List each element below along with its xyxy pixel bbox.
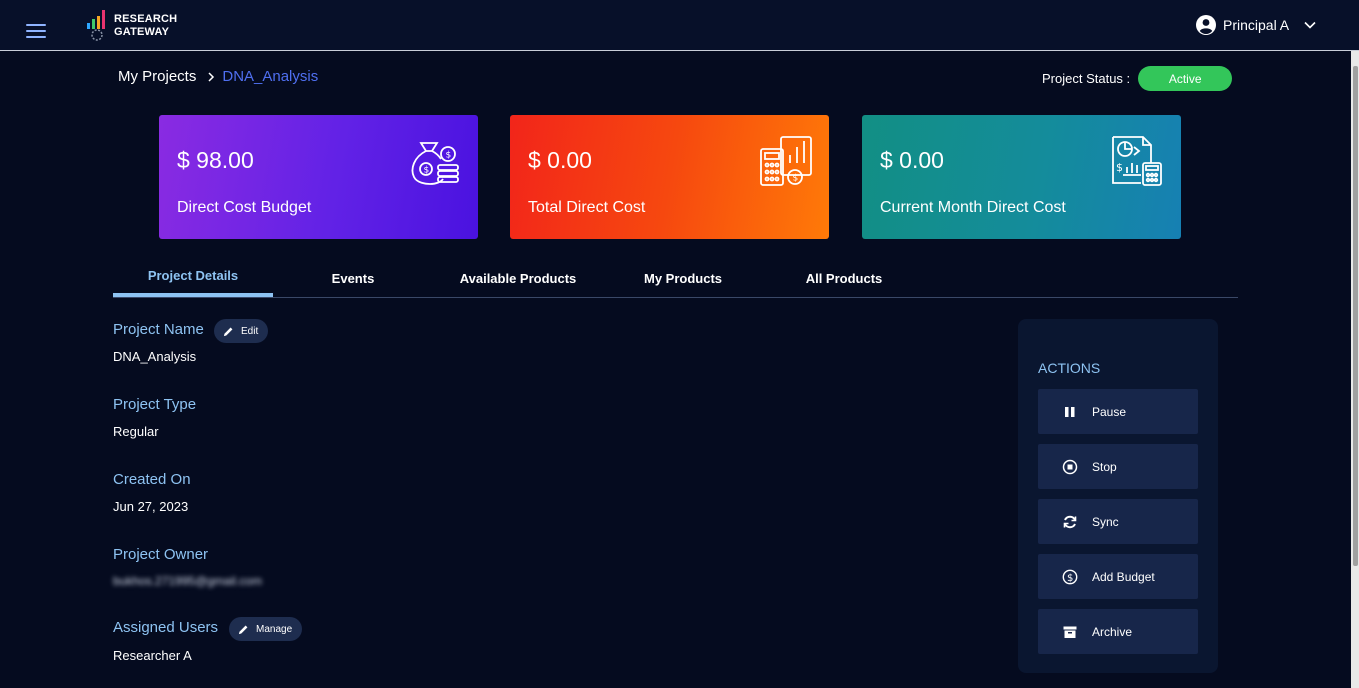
project-name-value: DNA_Analysis — [113, 349, 197, 364]
logo-icon — [87, 10, 105, 41]
assigned-users-value: Researcher A — [113, 648, 192, 663]
chevron-right-icon — [208, 71, 215, 82]
project-type-value: Regular — [113, 424, 159, 439]
tab-events[interactable]: Events — [273, 258, 433, 298]
breadcrumb-current-project[interactable]: DNA_Analysis — [222, 68, 318, 85]
status-badge: Active — [1138, 66, 1233, 91]
tab-available-products[interactable]: Available Products — [433, 258, 603, 298]
actions-title: ACTIONS — [1038, 360, 1101, 376]
direct-cost-budget-card: $ 98.00 Direct Cost Budget $ $ — [159, 115, 478, 239]
project-owner-value: bukhos.271995@gmail.com — [113, 574, 262, 588]
chevron-down-icon[interactable] — [1303, 18, 1317, 32]
total-direct-cost-card: $ 0.00 Total Direct Cost $ — [510, 115, 829, 239]
project-name-label: Project Name — [113, 321, 204, 338]
svg-text:$: $ — [446, 151, 452, 161]
report-calculator-icon: $ — [1112, 136, 1162, 186]
top-bar: RESEARCH GATEWAY Principal A — [0, 0, 1359, 51]
archive-label: Archive — [1092, 624, 1133, 639]
project-status-label: Project Status : — [1042, 71, 1131, 86]
stop-label: Stop — [1092, 459, 1117, 474]
project-owner-label: Project Owner — [113, 546, 209, 563]
dollar-circle-icon: $ — [1062, 569, 1078, 584]
tab-project-details[interactable]: Project Details — [113, 258, 273, 297]
menu-icon[interactable] — [26, 24, 46, 38]
svg-text:$: $ — [1067, 573, 1073, 584]
add-budget-label: Add Budget — [1092, 569, 1155, 584]
logo-line-1: RESEARCH — [114, 13, 178, 25]
card-value: $ 98.00 — [177, 147, 254, 173]
stop-icon — [1062, 459, 1078, 474]
edit-label: Edit — [241, 325, 259, 337]
pause-icon — [1065, 406, 1075, 417]
svg-text:$: $ — [793, 174, 799, 184]
user-menu[interactable]: Principal A — [1196, 13, 1317, 37]
created-on-value: Jun 27, 2023 — [113, 499, 189, 514]
current-month-direct-cost-card: $ 0.00 Current Month Direct Cost $ — [862, 115, 1181, 239]
edit-project-name-button[interactable]: Edit — [214, 319, 269, 343]
manage-label: Manage — [256, 623, 293, 635]
actions-panel: ACTIONS Pause Stop Sync $ Add Budget Arc… — [1018, 319, 1218, 673]
project-status: Project Status : Active — [1042, 66, 1233, 91]
calculator-chart-icon: $ — [760, 136, 812, 186]
add-budget-button[interactable]: $ Add Budget — [1038, 554, 1198, 599]
tab-all-products[interactable]: All Products — [763, 258, 925, 298]
tab-bar: Project Details Events Available Product… — [113, 258, 1238, 298]
logo[interactable]: RESEARCH GATEWAY — [84, 8, 177, 44]
logo-line-2: GATEWAY — [114, 26, 170, 38]
svg-text:$: $ — [424, 166, 430, 176]
svg-text:$: $ — [1116, 161, 1123, 174]
breadcrumb-my-projects[interactable]: My Projects — [118, 68, 196, 85]
money-bag-icon: $ $ — [411, 142, 459, 185]
user-avatar-icon — [1196, 15, 1216, 35]
sync-label: Sync — [1092, 514, 1119, 529]
sync-icon — [1063, 515, 1077, 528]
card-label: Total Direct Cost — [528, 199, 646, 216]
created-on-label: Created On — [113, 471, 191, 488]
pause-label: Pause — [1092, 404, 1127, 419]
user-name: Principal A — [1223, 17, 1290, 33]
scrollbar-thumb[interactable] — [1353, 66, 1358, 566]
project-type-label: Project Type — [113, 396, 197, 413]
stop-button[interactable]: Stop — [1038, 444, 1198, 489]
assigned-users-label: Assigned Users — [113, 619, 219, 636]
card-value: $ 0.00 — [528, 147, 592, 173]
pencil-icon — [238, 625, 248, 634]
card-label: Direct Cost Budget — [177, 199, 312, 216]
pause-button[interactable]: Pause — [1038, 389, 1198, 434]
sync-button[interactable]: Sync — [1038, 499, 1198, 544]
archive-button[interactable]: Archive — [1038, 609, 1198, 654]
card-value: $ 0.00 — [880, 147, 944, 173]
card-label: Current Month Direct Cost — [880, 199, 1066, 216]
tab-my-products[interactable]: My Products — [603, 258, 763, 298]
breadcrumb: My Projects DNA_Analysis — [118, 68, 318, 85]
pencil-icon — [223, 327, 233, 336]
archive-icon — [1063, 626, 1077, 638]
manage-users-button[interactable]: Manage — [229, 617, 303, 641]
